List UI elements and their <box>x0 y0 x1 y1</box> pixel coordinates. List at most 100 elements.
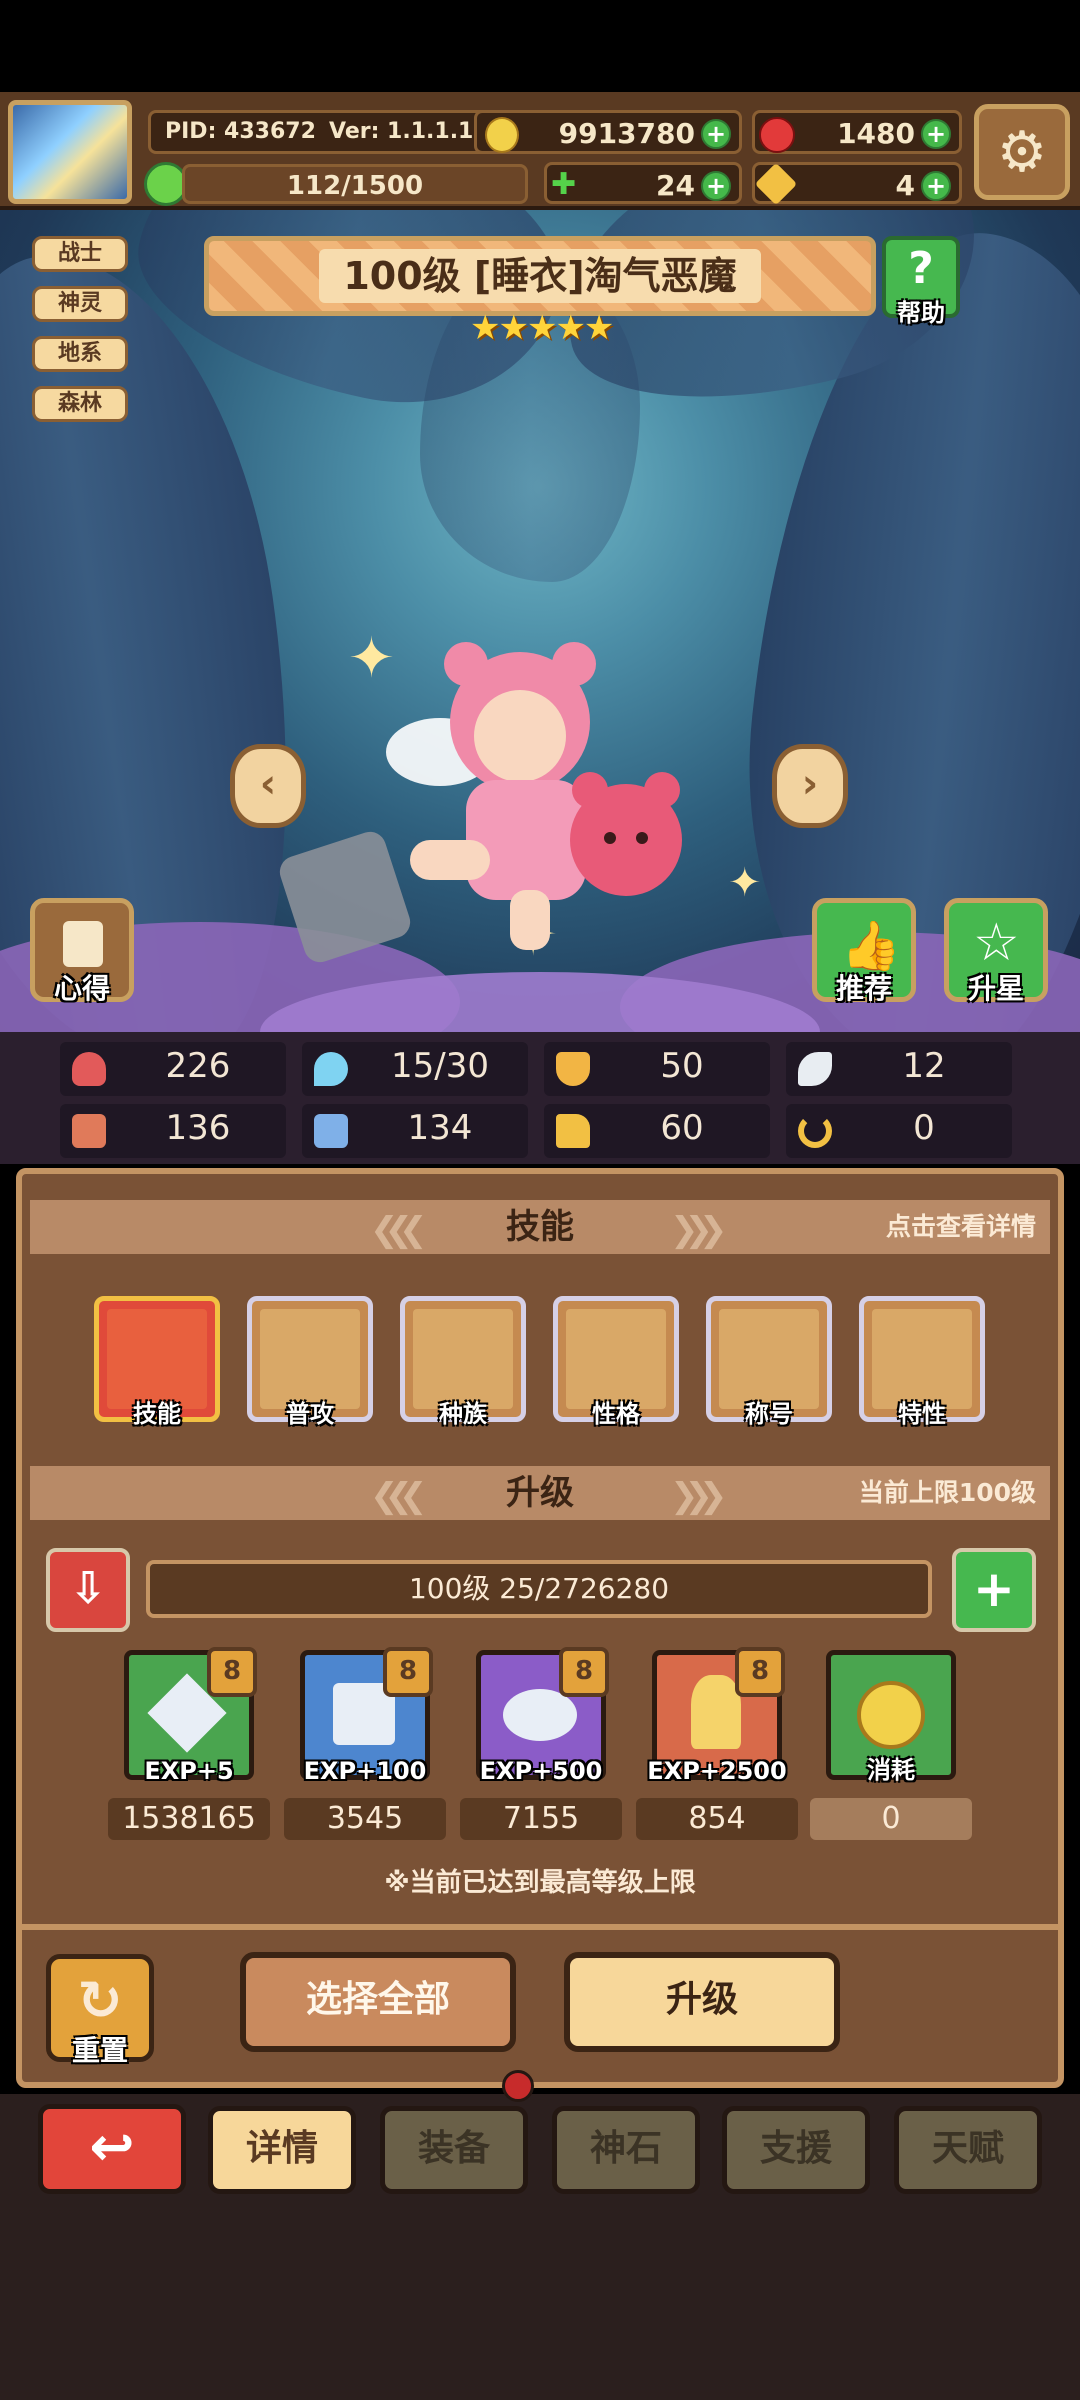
add-gem-button[interactable]: + <box>921 119 951 149</box>
gold-coin-icon <box>485 117 519 153</box>
skill-slot-personality[interactable]: 性格 <box>553 1296 679 1428</box>
exp-item-5[interactable]: 8 EXP+5 <box>124 1647 257 1785</box>
hero-title-banner: 100级 [睡衣]淘气恶魔 <box>204 236 876 316</box>
reset-button[interactable]: ↻ 重置 <box>46 1954 154 2067</box>
recommend-label: 推荐 <box>835 972 892 1005</box>
stamina-bar: 112/1500 <box>182 164 528 204</box>
magnet-icon <box>798 1114 832 1148</box>
star-up-label: 升星 <box>967 972 1024 1005</box>
reset-label: 重置 <box>71 2034 128 2067</box>
previous-hero-button[interactable]: ‹ <box>230 744 306 828</box>
thumbs-up-icon: 👍 <box>841 918 901 974</box>
gear-icon: ⚙ <box>996 119 1048 185</box>
tab-details[interactable]: 详情 <box>208 2106 356 2194</box>
add-clover-button[interactable]: + <box>701 171 731 201</box>
notes-button[interactable]: 心得 <box>30 898 134 1005</box>
shield-icon <box>556 1052 590 1086</box>
add-gold-button[interactable]: + <box>701 119 731 149</box>
key-amount: 4 <box>895 169 915 202</box>
stat-speed: 12 <box>786 1042 1012 1096</box>
class-tag-race: 神灵 <box>32 286 128 322</box>
right-arrow-icon: › <box>801 761 819 807</box>
skill-label: 技能 <box>133 1400 181 1428</box>
exp-item-label: EXP+2500 <box>647 1757 787 1785</box>
player-id-panel: PID: 433672 Ver: 1.1.1.10 <box>148 110 528 154</box>
recommend-button[interactable]: 👍 推荐 <box>812 898 916 1005</box>
upgrade-button[interactable]: 升级 <box>564 1952 840 2052</box>
skill-slot-trait[interactable]: 特性 <box>859 1296 985 1428</box>
notes-label: 心得 <box>53 972 110 1005</box>
exp-item-500[interactable]: 8 EXP+500 <box>476 1647 609 1785</box>
red-gem-icon <box>759 117 795 153</box>
next-hero-button[interactable]: › <box>772 744 848 828</box>
item-level-badge: 8 <box>559 1647 609 1697</box>
stat-magic-value: 134 <box>407 1108 473 1148</box>
gold-cost-value: 0 <box>810 1798 972 1840</box>
panel-divider <box>16 1924 1064 1930</box>
add-exp-button[interactable]: + <box>952 1548 1036 1632</box>
stat-attack: 136 <box>60 1104 286 1158</box>
fist-icon <box>72 1114 106 1148</box>
sparkle-icon: ✦ <box>728 860 762 906</box>
exp-item-2500[interactable]: 8 EXP+2500 <box>647 1647 787 1785</box>
cost-label: 消耗 <box>867 1756 915 1784</box>
boot-icon <box>556 1114 590 1148</box>
tab-equipment[interactable]: 装备 <box>380 2106 528 2194</box>
stat-luck-value: 0 <box>913 1108 935 1148</box>
star-up-button[interactable]: ☆ 升星 <box>944 898 1048 1005</box>
exp-item-count: 7155 <box>460 1798 622 1840</box>
exp-item-100[interactable]: 8 EXP+100 <box>300 1647 433 1785</box>
clover-amount: 24 <box>656 169 695 202</box>
lamp-icon <box>691 1675 741 1749</box>
skill-label: 种族 <box>439 1400 487 1428</box>
class-tag-element: 地系 <box>32 336 128 372</box>
exp-item-label: EXP+5 <box>144 1757 234 1785</box>
key-icon <box>754 162 798 206</box>
top-black-area <box>0 0 1080 92</box>
stat-defense-value: 50 <box>660 1046 704 1086</box>
level-exp-bar: 100级 25/2726280 <box>146 1560 932 1618</box>
tab-talent[interactable]: 天赋 <box>894 2106 1042 2194</box>
item-level-badge: 8 <box>207 1647 257 1697</box>
skill-slot-normal-attack[interactable]: 普攻 <box>247 1296 373 1428</box>
gem-amount: 1480 <box>837 117 915 150</box>
skill-slot-race[interactable]: 种族 <box>400 1296 526 1428</box>
book-icon <box>314 1114 348 1148</box>
back-arrow-icon: ↩ <box>89 2115 135 2178</box>
add-key-button[interactable]: + <box>921 171 951 201</box>
key-counter: 4 + <box>752 162 962 206</box>
select-all-button[interactable]: 选择全部 <box>240 1952 516 2052</box>
class-tag-role: 战士 <box>32 236 128 272</box>
downgrade-button[interactable]: ⇩ <box>46 1548 130 1632</box>
player-avatar[interactable] <box>8 100 132 204</box>
stat-hp: 226 <box>60 1042 286 1096</box>
exp-item-count: 1538165 <box>108 1798 270 1840</box>
hero-detail-panel: ❮❮❮ 技能 ❯❯❯ 点击查看详情 技能 普攻 种族 性格 称号 特性 ❮❮❮ … <box>16 1168 1064 2088</box>
class-tag-habitat: 森林 <box>32 386 128 422</box>
help-button[interactable]: ? 帮助 <box>882 236 960 327</box>
hero-star-rating: ★★★★★ <box>470 308 614 348</box>
level-exp-text: 100级 25/2726280 <box>408 1572 670 1605</box>
skills-section-header[interactable]: ❮❮❮ 技能 ❯❯❯ 点击查看详情 <box>30 1200 1050 1254</box>
settings-gear-button[interactable]: ⚙ <box>974 104 1070 200</box>
notification-dot <box>502 2070 534 2102</box>
stat-luck: 0 <box>786 1104 1012 1158</box>
skill-slot-title[interactable]: 称号 <box>706 1296 832 1428</box>
tab-support[interactable]: 支援 <box>722 2106 870 2194</box>
exp-item-label: EXP+100 <box>303 1757 427 1785</box>
tab-godstone[interactable]: 神石 <box>552 2106 700 2194</box>
stat-magic: 134 <box>302 1104 528 1158</box>
mana-drop-icon <box>314 1052 348 1086</box>
heart-icon <box>72 1052 106 1086</box>
skill-slot-skill[interactable]: 技能 <box>94 1296 220 1428</box>
stat-agility-value: 60 <box>660 1108 704 1148</box>
skill-label: 特性 <box>898 1400 946 1428</box>
item-level-badge: 8 <box>735 1647 785 1697</box>
left-arrow-icon: ‹ <box>259 761 277 807</box>
game-version: Ver: 1.1.1.10 <box>329 119 489 144</box>
exp-item-count: 854 <box>636 1798 798 1840</box>
hero-character-sprite[interactable] <box>370 640 710 970</box>
skills-detail-hint[interactable]: 点击查看详情 <box>886 1200 1036 1254</box>
back-button[interactable]: ↩ <box>38 2104 186 2194</box>
scroll-icon <box>63 921 103 967</box>
